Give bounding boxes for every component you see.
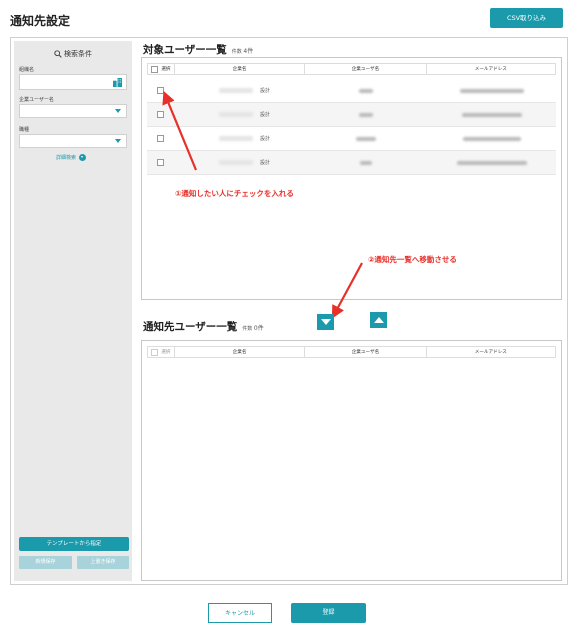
move-up-button[interactable] — [370, 312, 387, 328]
arrow-down-icon — [320, 319, 331, 325]
count-label: 件数 — [242, 326, 253, 332]
header-select-cell: 選択 — [148, 347, 175, 357]
notify-users-title: 通知先ユーザー一覧 件数 0件 — [143, 319, 264, 334]
annotation-step1: ①通知したい人にチェックを入れる — [175, 189, 294, 198]
register-button[interactable]: 登録 — [291, 603, 366, 623]
select-all-checkbox[interactable] — [151, 348, 159, 356]
notify-users-title-text: 通知先ユーザー一覧 — [143, 321, 238, 333]
table-header: 選択 企業名 企業ユーザ名 メールアドレス — [147, 346, 556, 358]
column-header: メールアドレス — [474, 350, 507, 355]
column-header: 企業名 — [175, 347, 306, 357]
column-header: 選択 — [161, 350, 171, 355]
arrow-to-checkbox — [162, 90, 198, 171]
arrow-to-move-down — [331, 262, 363, 319]
column-header: 企業ユーザ名 — [305, 347, 427, 357]
annotation-step2: ②通知先一覧へ移動させる — [368, 255, 457, 264]
notify-users-table: 選択 企業名 企業ユーザ名 メールアドレス — [141, 340, 562, 581]
count-value: 0件 — [253, 325, 264, 332]
cancel-button[interactable]: キャンセル — [208, 603, 272, 623]
notify-users-count: 件数 0件 — [242, 325, 264, 332]
move-down-button[interactable] — [317, 314, 334, 330]
arrow-up-icon — [373, 317, 384, 323]
